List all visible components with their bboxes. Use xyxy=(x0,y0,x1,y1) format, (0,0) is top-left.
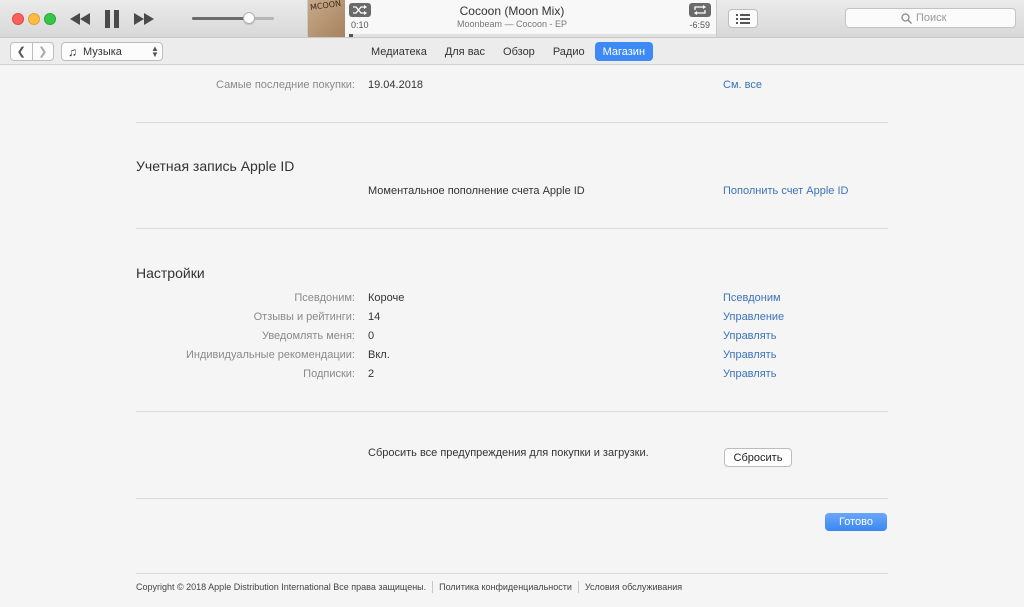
footer-separator xyxy=(432,581,434,593)
nickname-value: Короче xyxy=(368,292,405,304)
done-button[interactable]: Готово xyxy=(825,513,887,531)
remaining-time: -6:59 xyxy=(689,20,710,30)
divider xyxy=(136,228,888,229)
fast-forward-button[interactable] xyxy=(133,9,155,29)
close-window-button[interactable] xyxy=(12,13,24,25)
recent-purchases-label: Самые последние покупки: xyxy=(216,79,355,91)
subscriptions-value: 2 xyxy=(368,368,375,380)
back-button[interactable]: ❮ xyxy=(11,43,33,60)
forward-button[interactable]: ❯ xyxy=(33,43,54,60)
rewind-icon xyxy=(70,13,90,25)
elapsed-time: 0:10 xyxy=(351,20,369,30)
tab-radio[interactable]: Радио xyxy=(545,42,593,61)
see-all-link[interactable]: См. все xyxy=(723,79,762,91)
terms-of-service-link[interactable]: Условия обслуживания xyxy=(585,582,682,592)
footer: Copyright © 2018 Apple Distribution Inte… xyxy=(136,581,682,593)
minimize-window-button[interactable] xyxy=(28,13,40,25)
subscriptions-manage-link[interactable]: Управлять xyxy=(723,368,776,380)
chevron-updown-icon: ▲ ▼ xyxy=(151,43,159,59)
apple-id-topup-text: Моментальное пополнение счета Apple ID xyxy=(368,185,585,197)
tab-store[interactable]: Магазин xyxy=(594,42,654,61)
recommendations-manage-link[interactable]: Управлять xyxy=(723,349,776,361)
reset-button[interactable]: Сбросить xyxy=(724,448,792,467)
reviews-manage-link[interactable]: Управление xyxy=(723,311,784,323)
chevron-right-icon: ❯ xyxy=(38,46,48,58)
account-settings-page: Самые последние покупки: 19.04.2018 См. … xyxy=(0,65,1024,607)
chevron-left-icon: ❮ xyxy=(16,46,26,58)
volume-knob[interactable] xyxy=(243,12,256,24)
divider xyxy=(136,411,888,412)
subscriptions-label: Подписки: xyxy=(303,368,355,380)
nickname-label: Псевдоним: xyxy=(294,292,355,304)
copyright-text: Copyright © 2018 Apple Distribution Inte… xyxy=(136,582,427,592)
divider xyxy=(136,573,888,574)
pause-icon xyxy=(105,10,119,28)
rewind-button[interactable] xyxy=(69,9,91,29)
apple-id-heading: Учетная запись Apple ID xyxy=(136,158,295,174)
fast-forward-icon xyxy=(134,13,154,25)
notify-manage-link[interactable]: Управлять xyxy=(723,330,776,342)
divider xyxy=(136,498,888,499)
main-tabs: Медиатека Для вас Обзор Радио Магазин xyxy=(363,42,655,61)
divider xyxy=(136,122,888,123)
recommendations-label: Индивидуальные рекомендации: xyxy=(186,349,355,361)
reset-warnings-text: Сбросить все предупреждения для покупки … xyxy=(368,447,649,459)
add-funds-link[interactable]: Пополнить счет Apple ID xyxy=(723,185,848,197)
reviews-value: 14 xyxy=(368,311,381,323)
tab-browse[interactable]: Обзор xyxy=(495,42,543,61)
navigation-buttons: ❮ ❯ xyxy=(10,42,54,61)
footer-separator xyxy=(577,581,579,593)
recent-purchases-value: 19.04.2018 xyxy=(368,79,424,91)
volume-slider[interactable] xyxy=(192,12,274,24)
now-playing-display: MCOON Cocoon (Moon Mix) Moonbeam — Cocoo… xyxy=(307,0,717,37)
track-title: Cocoon (Moon Mix) xyxy=(459,4,565,18)
list-icon xyxy=(736,13,750,24)
reviews-label: Отзывы и рейтинги: xyxy=(253,311,355,323)
music-note-icon: ♫ xyxy=(68,44,77,59)
library-selector[interactable]: ♫ Музыка ▲ ▼ xyxy=(61,42,163,61)
settings-heading: Настройки xyxy=(136,265,205,281)
title-bar: MCOON Cocoon (Moon Mix) Moonbeam — Cocoo… xyxy=(0,0,1024,38)
track-progress-bar[interactable] xyxy=(349,34,716,37)
track-progress-fill xyxy=(349,34,353,37)
pause-button[interactable] xyxy=(103,9,121,29)
library-selector-label: Музыка xyxy=(83,45,122,58)
notify-value: 0 xyxy=(368,330,375,342)
zoom-window-button[interactable] xyxy=(44,13,56,25)
recommendations-value: Вкл. xyxy=(368,349,390,361)
track-subtitle: Moonbeam — Cocoon - EP xyxy=(456,19,568,29)
privacy-policy-link[interactable]: Политика конфиденциальности xyxy=(439,582,572,592)
up-next-button[interactable] xyxy=(728,9,758,28)
search-field[interactable]: Поиск xyxy=(845,8,1016,28)
volume-fill xyxy=(192,17,250,20)
search-placeholder: Поиск xyxy=(916,12,947,24)
search-icon xyxy=(901,12,912,24)
nickname-link[interactable]: Псевдоним xyxy=(723,292,781,304)
toolbar: ❮ ❯ ♫ Музыка ▲ ▼ Медиатека Для вас Обзор … xyxy=(0,38,1024,65)
notify-label: Уведомлять меня: xyxy=(261,330,355,342)
tab-for-you[interactable]: Для вас xyxy=(437,42,493,61)
tab-library[interactable]: Медиатека xyxy=(363,42,435,61)
